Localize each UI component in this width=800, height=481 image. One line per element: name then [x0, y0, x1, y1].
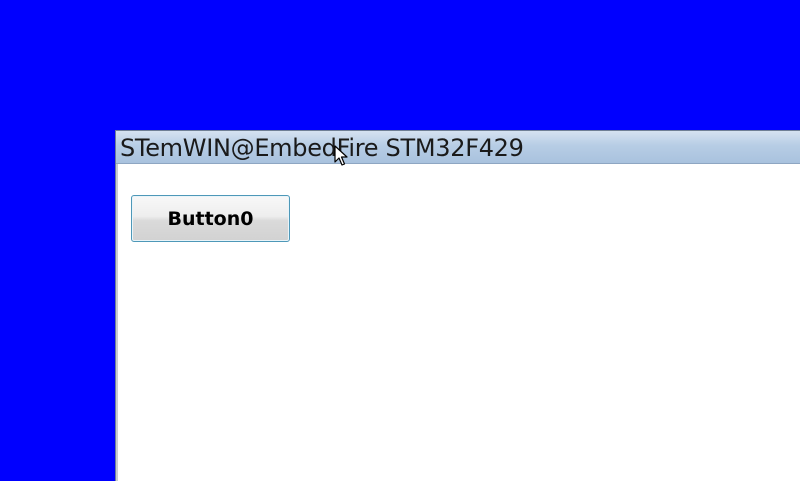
framewin: STemWIN@EmbedFire STM32F429 Button0 [115, 130, 800, 481]
window-title: STemWIN@EmbedFire STM32F429 [120, 134, 524, 162]
button-0[interactable]: Button0 [131, 195, 290, 242]
window-client-area: Button0 [118, 165, 800, 481]
window-title-bar[interactable]: STemWIN@EmbedFire STM32F429 [116, 131, 800, 164]
